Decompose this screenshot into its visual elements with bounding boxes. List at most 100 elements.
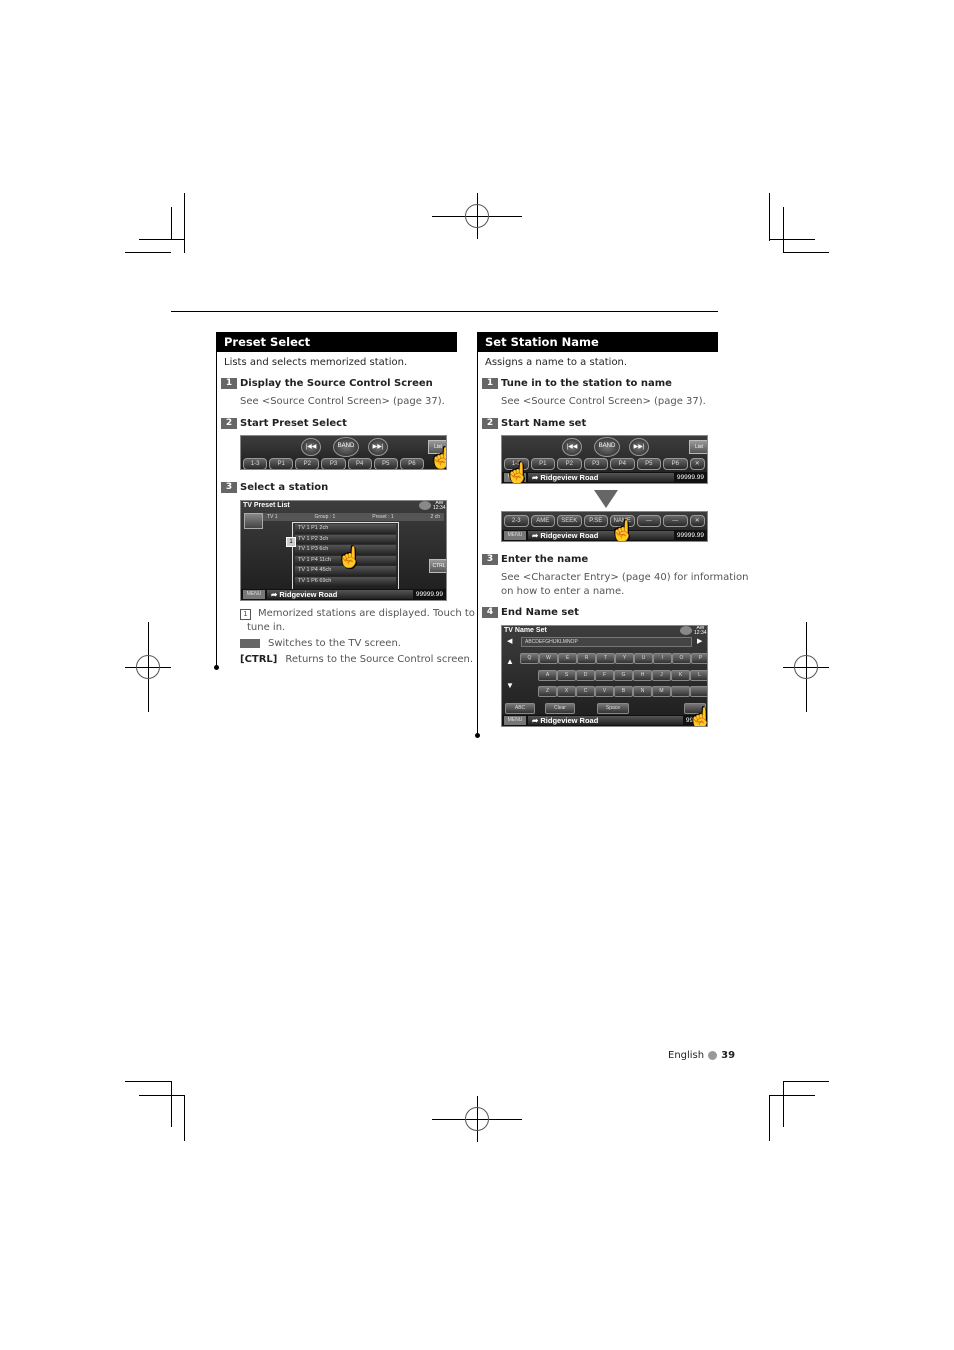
road-name: ➦ Ridgeview Road xyxy=(267,590,413,599)
tv-screen-button[interactable] xyxy=(244,513,263,529)
crop-mark xyxy=(184,193,185,253)
function-screen: 2-3 AME SEEK P.SE NAME — — ✕ MENU ➦ Ridg… xyxy=(501,511,708,542)
keyboard-key[interactable]: H xyxy=(633,670,652,681)
keyboard-key[interactable]: B xyxy=(614,686,633,697)
menu-button[interactable]: MENU xyxy=(504,531,526,540)
road-name: ➦ Ridgeview Road xyxy=(528,473,674,482)
cursor-left-button[interactable]: ◀ xyxy=(507,637,512,645)
keyboard-key[interactable]: R xyxy=(577,653,596,664)
preset-button[interactable]: P2 xyxy=(295,458,320,469)
step-1-detail: See <Source Control Screen> (page 37). xyxy=(240,396,445,407)
prev-button[interactable]: |◀◀ xyxy=(301,438,321,456)
column-rule xyxy=(216,352,217,667)
close-button[interactable]: ✕ xyxy=(689,458,705,470)
preset-button[interactable]: P1 xyxy=(269,458,294,469)
keyboard-key[interactable]: G xyxy=(614,670,633,681)
keyboard-key[interactable]: W xyxy=(539,653,558,664)
header-rule xyxy=(171,311,718,312)
blank-button[interactable]: — xyxy=(636,515,661,527)
list-item[interactable]: TV 1 P2 3ch xyxy=(295,534,396,544)
status-icon xyxy=(419,501,431,510)
keyboard-key[interactable]: N xyxy=(633,686,652,697)
crop-mark xyxy=(783,252,829,253)
preset-button[interactable]: P5 xyxy=(373,458,398,469)
keyboard-key[interactable]: I xyxy=(653,653,672,664)
step-3-detail-cont: on how to enter a name. xyxy=(501,586,625,597)
keyboard-key[interactable]: Z xyxy=(538,686,557,697)
name-input[interactable]: ABCDEFGHIJKLMNOP xyxy=(521,637,692,647)
keyboard-key[interactable]: X xyxy=(557,686,576,697)
down-arrow-icon xyxy=(594,490,618,508)
touch-hand-icon: ☝ xyxy=(337,547,362,569)
step-2: 2 Start Preset Select xyxy=(221,418,347,430)
list-item[interactable]: TV 1 P1 2ch xyxy=(295,524,396,534)
keyboard-key[interactable]: O xyxy=(672,653,691,664)
keyboard-key[interactable]: Y xyxy=(615,653,634,664)
keyboard-key[interactable]: V xyxy=(595,686,614,697)
tv-preset-list-screen: TV Preset List AM 12:34 TV 1 Group : 1 Pr… xyxy=(240,500,447,601)
keyboard-key[interactable]: T xyxy=(596,653,615,664)
list-item[interactable]: TV 1 P6 69ch xyxy=(295,576,396,586)
crop-mark xyxy=(783,1081,829,1082)
cursor-right-button[interactable]: ▶ xyxy=(697,637,702,645)
keyboard-key[interactable]: J xyxy=(652,670,671,681)
section-title-preset-select: Preset Select xyxy=(216,332,457,352)
preset-button[interactable]: P4 xyxy=(347,458,372,469)
next-button[interactable]: ▶▶| xyxy=(368,438,388,456)
clear-button[interactable]: Clear xyxy=(545,703,575,714)
seek-button[interactable]: SEEK xyxy=(557,515,582,527)
keyboard-key[interactable]: D xyxy=(576,670,595,681)
preset-button[interactable]: P5 xyxy=(636,458,661,470)
keyboard-key[interactable]: A xyxy=(538,670,557,681)
scroll-up-button[interactable]: ▲ xyxy=(506,657,514,666)
menu-button[interactable]: MENU xyxy=(243,590,265,599)
scroll-down-button[interactable]: ▼ xyxy=(506,681,514,690)
function-page-button[interactable]: 2-3 xyxy=(504,515,529,527)
touch-hand-icon: ☝ xyxy=(429,449,446,469)
status-icon xyxy=(680,626,692,635)
next-button[interactable]: ▶▶| xyxy=(629,438,649,456)
keyboard-key[interactable]: L xyxy=(690,670,707,681)
keyboard-key[interactable] xyxy=(671,686,690,697)
band-button[interactable]: BAND xyxy=(333,437,359,457)
menu-button[interactable]: MENU xyxy=(504,716,526,725)
crop-mark xyxy=(139,1095,185,1096)
tv-screen-icon xyxy=(240,638,260,648)
step-3: 3 Select a station xyxy=(221,482,328,494)
blank-button[interactable]: — xyxy=(663,515,688,527)
keyboard-key[interactable]: U xyxy=(634,653,653,664)
step-1: 1 Display the Source Control Screen xyxy=(221,378,433,390)
step-1: 1 Tune in to the station to name xyxy=(482,378,672,390)
preset-button[interactable]: P3 xyxy=(321,458,346,469)
prev-button[interactable]: |◀◀ xyxy=(562,438,582,456)
keyboard-key[interactable]: M xyxy=(652,686,671,697)
abc-button[interactable]: ABC xyxy=(505,703,535,714)
preset-seek-button[interactable]: P.SE xyxy=(583,515,608,527)
preset-button[interactable]: P4 xyxy=(610,458,635,470)
preset-page-button[interactable]: 1-3 xyxy=(243,458,268,469)
keyboard-key[interactable]: F xyxy=(595,670,614,681)
keyboard-key[interactable]: Q xyxy=(520,653,539,664)
space-button[interactable]: Space xyxy=(597,703,629,714)
ame-button[interactable]: AME xyxy=(530,515,555,527)
close-button[interactable]: ✕ xyxy=(689,515,705,527)
keyboard-key[interactable]: P xyxy=(691,653,707,664)
ctrl-button[interactable]: CTRL xyxy=(429,559,446,573)
footer-dot-icon xyxy=(708,1050,718,1060)
keyboard-key[interactable]: S xyxy=(557,670,576,681)
column-end-dot xyxy=(214,665,219,670)
touch-hand-icon: ☝ xyxy=(688,709,707,726)
keyboard-key[interactable]: C xyxy=(576,686,595,697)
band-button[interactable]: BAND xyxy=(594,437,620,457)
preset-button[interactable]: P6 xyxy=(399,458,424,469)
note-1: 1 Memorized stations are displayed. Touch… xyxy=(240,607,475,621)
preset-button[interactable]: P6 xyxy=(663,458,688,470)
preset-button[interactable]: P1 xyxy=(530,458,555,470)
list-button[interactable]: List xyxy=(689,440,707,454)
preset-button[interactable]: P3 xyxy=(583,458,608,470)
preset-button[interactable]: P2 xyxy=(557,458,582,470)
keyboard-key[interactable]: E xyxy=(558,653,577,664)
clock: AM 12:34 xyxy=(694,625,707,636)
keyboard-key[interactable]: K xyxy=(671,670,690,681)
keyboard-key[interactable] xyxy=(690,686,707,697)
